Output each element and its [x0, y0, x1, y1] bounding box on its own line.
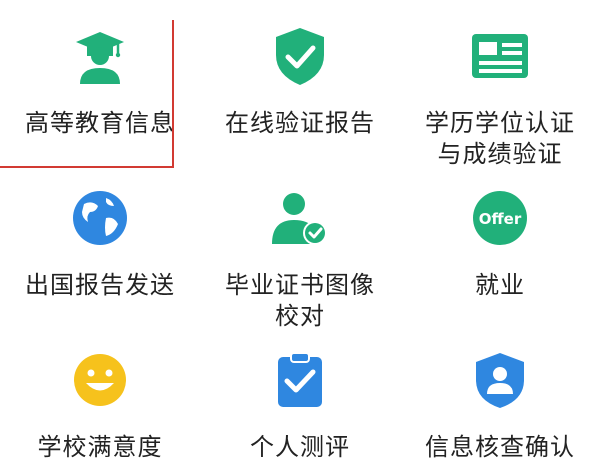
- grid-item-label: 就业: [475, 271, 525, 299]
- grid-item-overseas-report[interactable]: 出国报告发送: [0, 186, 200, 301]
- person-check-icon: [268, 186, 332, 250]
- grid-item-label: 出国报告发送: [25, 271, 175, 299]
- offer-icon: Offer: [468, 186, 532, 250]
- grid-item-label: 学校满意度: [37, 433, 163, 461]
- grid-item-label: 在线验证报告: [225, 109, 375, 137]
- shield-check-icon: [268, 24, 332, 88]
- grid-item-label: 高等教育信息: [25, 109, 175, 137]
- graduate-icon: [68, 24, 132, 88]
- grid-item-info-verification[interactable]: 信息核查确认: [400, 348, 600, 463]
- grid-item-label: 毕业证书图像 校对: [225, 271, 375, 330]
- grid-item-label: 学历学位认证 与成绩验证: [425, 109, 575, 168]
- grid-item-personal-assessment[interactable]: 个人测评: [200, 348, 400, 463]
- offer-icon-text: Offer: [479, 210, 522, 228]
- grid-item-school-satisfaction[interactable]: 学校满意度: [0, 348, 200, 463]
- grid-item-label: 个人测评: [250, 433, 350, 461]
- grid-item-online-verification-report[interactable]: 在线验证报告: [200, 24, 400, 139]
- badge-person-icon: [468, 348, 532, 412]
- certificate-icon: [468, 24, 532, 88]
- grid-item-employment[interactable]: Offer 就业: [400, 186, 600, 301]
- smiley-icon: [68, 348, 132, 412]
- grid-item-diploma-image-proofing[interactable]: 毕业证书图像 校对: [200, 186, 400, 332]
- clipboard-check-icon: [268, 348, 332, 412]
- grid-item-higher-education-info[interactable]: 高等教育信息: [0, 20, 200, 168]
- grid-item-label: 信息核查确认: [425, 433, 575, 461]
- grid-item-degree-certification[interactable]: 学历学位认证 与成绩验证: [400, 24, 600, 170]
- globe-icon: [68, 186, 132, 250]
